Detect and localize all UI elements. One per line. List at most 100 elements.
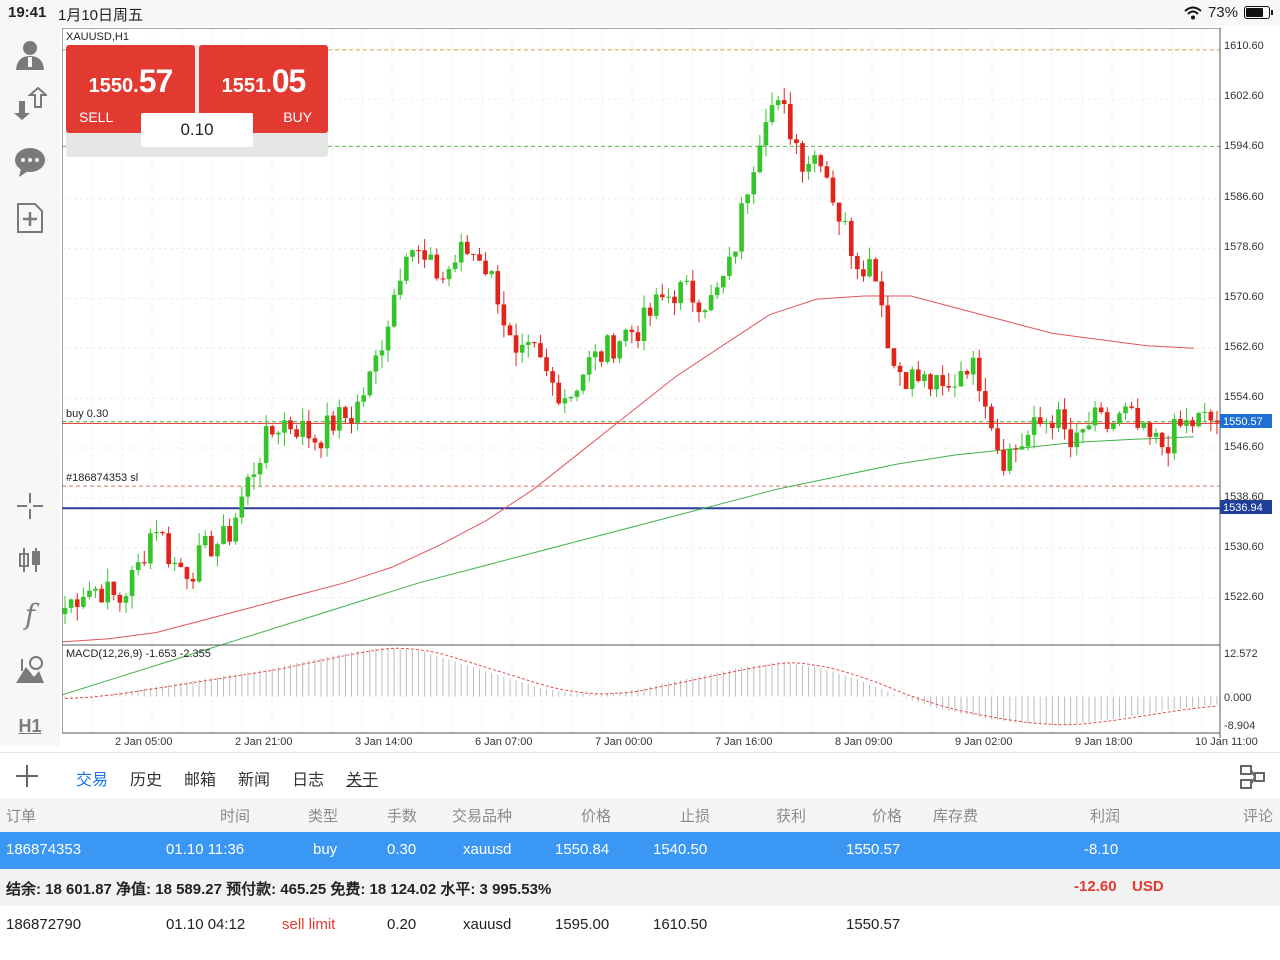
time-tick: 9 Jan 18:00 [1075, 736, 1133, 748]
bearish-candle [288, 420, 293, 430]
bearish-candle [507, 325, 513, 336]
status-right: 73% [1184, 4, 1273, 21]
objects-icon[interactable] [10, 650, 50, 690]
header-swap[interactable]: 库存费 [933, 805, 978, 826]
bearish-candle [915, 369, 921, 382]
cell-current-price: 1550.57 [846, 841, 901, 858]
indicators-icon[interactable]: f [10, 594, 50, 634]
chat-icon[interactable] [10, 142, 50, 182]
header-current-price[interactable]: 价格 [872, 805, 902, 826]
bullish-candle [1111, 423, 1116, 429]
table-row[interactable]: 186874353 01.10 11:36 buy 0.30 xauusd 15… [0, 832, 1280, 869]
bullish-candle [970, 357, 976, 375]
bullish-candle [763, 122, 769, 146]
cell-sl: 1540.50 [653, 841, 708, 858]
bullish-candle [385, 326, 391, 351]
bearish-candle [416, 250, 421, 252]
bearish-candle [294, 429, 299, 437]
bearish-candle [848, 220, 854, 257]
price-tick: 1522.60 [1224, 591, 1264, 603]
current-price-tag-text: 1550.57 [1223, 416, 1263, 428]
volume-input[interactable] [141, 113, 253, 147]
price-tick: 1586.60 [1224, 191, 1264, 203]
header-profit[interactable]: 利润 [1090, 805, 1120, 826]
bearish-candle [1178, 419, 1183, 426]
bullish-candle [922, 374, 927, 382]
bullish-candle [355, 401, 360, 424]
tab-trade[interactable]: 交易 [74, 766, 110, 790]
bullish-candle [867, 259, 872, 277]
bearish-candle [794, 139, 799, 144]
cell-volume: 0.30 [387, 841, 417, 858]
bullish-candle [428, 254, 434, 260]
bullish-candle [489, 271, 494, 275]
macd-tick: 0.000 [1224, 692, 1252, 704]
new-order-icon[interactable] [10, 198, 50, 238]
bearish-candle [166, 533, 171, 565]
bearish-candle [1001, 449, 1006, 471]
timeframe-h1-icon[interactable]: H1 [10, 706, 50, 746]
header-sl[interactable]: 止损 [680, 805, 710, 826]
header-type[interactable]: 类型 [308, 805, 338, 826]
table-row[interactable]: 186872790 01.10 04:12 sell limit 0.20 xa… [0, 907, 1280, 944]
tab-journal[interactable]: 日志 [290, 766, 326, 790]
bearish-candle [629, 329, 635, 333]
bullish-candle [361, 395, 367, 402]
bullish-candle [62, 607, 68, 615]
buy-price: 1551.05 [199, 63, 328, 100]
bearish-candle [855, 256, 860, 270]
bearish-candle [983, 391, 988, 407]
tab-mailbox[interactable]: 邮箱 [182, 766, 218, 790]
quotes-arrows-icon[interactable] [10, 84, 50, 124]
bearish-candle [940, 375, 946, 386]
bearish-candle [227, 526, 232, 542]
cell-type: sell limit [282, 916, 336, 933]
bullish-candle [684, 280, 690, 282]
bearish-candle [184, 567, 190, 579]
bearish-candle [513, 335, 519, 353]
bullish-candle [727, 256, 732, 276]
price-tick: 1594.60 [1224, 140, 1264, 152]
header-time[interactable]: 时间 [220, 805, 250, 826]
add-icon[interactable] [14, 763, 40, 794]
bullish-candle [1117, 413, 1122, 424]
time-tick: 10 Jan 11:00 [1195, 736, 1258, 748]
bullish-candle [202, 535, 208, 546]
tab-history[interactable]: 历史 [128, 766, 164, 790]
bearish-candle [349, 417, 354, 424]
chart-type-icon[interactable] [10, 540, 50, 580]
header-order[interactable]: 订单 [6, 805, 36, 826]
header-tp[interactable]: 获利 [776, 805, 806, 826]
bullish-candle [233, 517, 239, 542]
buy-price-prefix: 1551. [221, 75, 272, 97]
tab-about[interactable]: 关于 [344, 766, 380, 790]
bullish-candle [391, 294, 397, 327]
bearish-candle [1068, 429, 1073, 448]
time-tick: 3 Jan 14:00 [355, 736, 413, 748]
status-date: 1月10日周五 [58, 7, 144, 24]
header-comment[interactable]: 评论 [1243, 805, 1273, 826]
bearish-candle [995, 428, 1000, 450]
header-price[interactable]: 价格 [581, 805, 611, 826]
bullish-candle [714, 287, 720, 296]
bearish-candle [696, 302, 702, 313]
bullish-candle [757, 145, 763, 173]
bullish-candle [196, 545, 202, 582]
bearish-candle [1135, 407, 1141, 428]
crosshair-icon[interactable] [10, 486, 50, 526]
header-symbol[interactable]: 交易品种 [452, 805, 512, 826]
bullish-candle [1043, 422, 1049, 424]
bullish-candle [373, 355, 379, 372]
bearish-candle [1129, 406, 1134, 408]
account-icon[interactable] [10, 34, 50, 74]
tab-news[interactable]: 新闻 [236, 766, 272, 790]
bearish-candle [550, 371, 555, 383]
header-volume[interactable]: 手数 [387, 805, 417, 826]
price-tick: 1578.60 [1224, 241, 1264, 253]
bullish-candle [1196, 412, 1201, 427]
bullish-candle [379, 350, 385, 356]
bearish-candle [1050, 422, 1055, 429]
macd-tick: -8.904 [1224, 720, 1255, 732]
layout-icon[interactable] [1238, 763, 1266, 796]
bearish-candle [885, 305, 891, 349]
